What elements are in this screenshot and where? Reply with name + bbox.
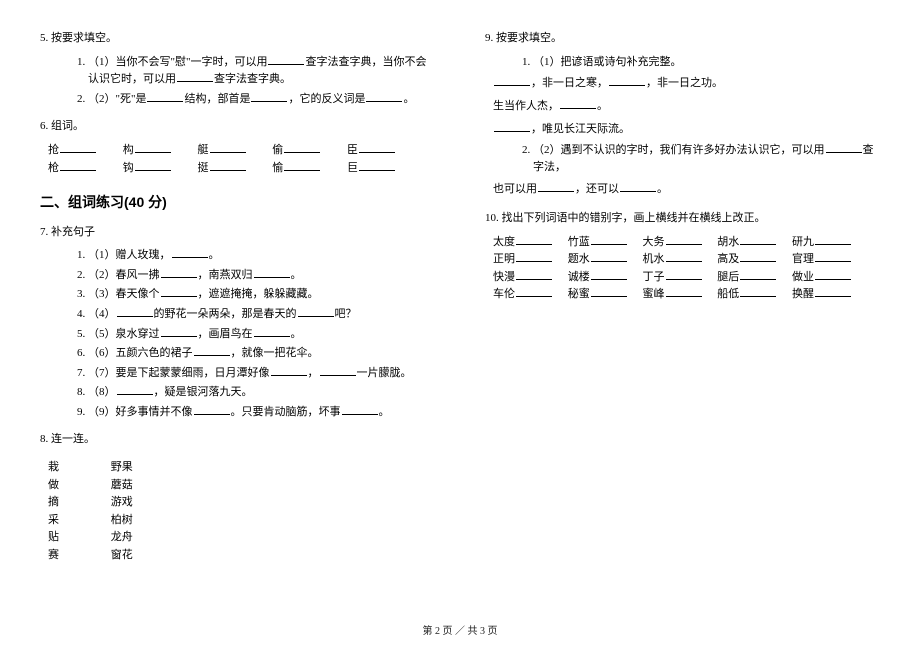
q9-sub-1: （1）把谚语或诗句补充完整。 <box>533 54 880 72</box>
q7-list: （1）赠人玫瑰，。 （2）春风一拂，南燕双归。 （3）春天像个，遮遮掩掩，躲躲藏… <box>40 247 435 421</box>
q7-item-2: （2）春风一拂，南燕双归。 <box>88 267 435 285</box>
q8-pair-1: 栽 野果 <box>40 459 435 477</box>
q6-row-1: 抢 构 艇 偷 臣 <box>40 142 435 160</box>
q9-sub-2: （2）遇到不认识的字时，我们有许多好办法认识它，可以用查字法， <box>533 142 880 177</box>
question-6: 6. 组词。 抢 构 艇 偷 臣 枪 钩 挺 愉 巨 <box>40 118 435 177</box>
q10-row-4: 车伦 秘蜜 蜜峰 船低 换醒 <box>485 286 880 304</box>
question-9: 9. 按要求填空。 （1）把谚语或诗句补充完整。 ，非一日之寒，，非一日之功。 … <box>485 30 880 200</box>
page-footer: 第 2 页 ／ 共 3 页 <box>0 624 920 640</box>
q7-item-7: （7）要是下起蒙蒙细雨，日月潭好像，一片朦胧。 <box>88 365 435 383</box>
q5-item-1: （1）当你不会写"慰"一字时，可以用查字法查字典，当你不会认识它时，可以用查字法… <box>88 54 435 89</box>
q6-row-2: 枪 钩 挺 愉 巨 <box>40 160 435 178</box>
q9-head: 9. 按要求填空。 <box>485 30 880 48</box>
q5-head: 5. 按要求填空。 <box>40 30 435 48</box>
q8-pair-6: 赛 窗花 <box>40 547 435 565</box>
q9-sub: （1）把谚语或诗句补充完整。 <box>485 54 880 72</box>
question-5: 5. 按要求填空。 （1）当你不会写"慰"一字时，可以用查字法查字典，当你不会认… <box>40 30 435 108</box>
q6-head: 6. 组词。 <box>40 118 435 136</box>
q7-item-1: （1）赠人玫瑰，。 <box>88 247 435 265</box>
question-7: 7. 补充句子 （1）赠人玫瑰，。 （2）春风一拂，南燕双归。 （3）春天像个，… <box>40 224 435 422</box>
q10-row-3: 快漫 诚楼 丁子 腿后 做业 <box>485 269 880 287</box>
q7-item-6: （6）五颜六色的裙子，就像一把花伞。 <box>88 345 435 363</box>
q9-line-3: ，唯见长江天际流。 <box>485 119 880 140</box>
q7-item-9: （9）好多事情并不像。只要肯动脑筋，坏事。 <box>88 404 435 422</box>
q9-line-2: 生当作人杰，。 <box>485 96 880 117</box>
q5-list: （1）当你不会写"慰"一字时，可以用查字法查字典，当你不会认识它时，可以用查字法… <box>40 54 435 109</box>
q8-pair-4: 采 柏树 <box>40 512 435 530</box>
q10-row-2: 正明 题水 机水 高及 官理 <box>485 251 880 269</box>
q8-head: 8. 连一连。 <box>40 431 435 449</box>
q9-line-1: ，非一日之寒，，非一日之功。 <box>485 73 880 94</box>
q8-pair-5: 贴 龙舟 <box>40 529 435 547</box>
q10-head: 10. 找出下列词语中的错别字，画上横线并在横线上改正。 <box>485 210 880 228</box>
q5-item-2: （2）"死"是结构，部首是，它的反义词是。 <box>88 91 435 109</box>
q9-line-4: 也可以用，还可以。 <box>485 179 880 200</box>
q7-head: 7. 补充句子 <box>40 224 435 242</box>
q8-pair-3: 摘 游戏 <box>40 494 435 512</box>
q7-item-8: （8），疑是银河落九天。 <box>88 384 435 402</box>
q7-item-4: （4）的野花一朵两朵，那是春天的吧？ <box>88 306 435 324</box>
q8-pair-2: 做 蘑菇 <box>40 477 435 495</box>
q9-sub-2-list: （2）遇到不认识的字时，我们有许多好办法认识它，可以用查字法， <box>485 142 880 177</box>
q7-item-3: （3）春天像个，遮遮掩掩，躲躲藏藏。 <box>88 286 435 304</box>
question-8: 8. 连一连。 <box>40 431 435 449</box>
q10-row-1: 太度 竹蓝 大务 胡水 研九 <box>485 234 880 252</box>
question-10: 10. 找出下列词语中的错别字，画上横线并在横线上改正。 太度 竹蓝 大务 胡水… <box>485 210 880 304</box>
q7-item-5: （5）泉水穿过，画眉鸟在。 <box>88 326 435 344</box>
section-2-title: 二、组词练习(40 分) <box>40 191 435 213</box>
